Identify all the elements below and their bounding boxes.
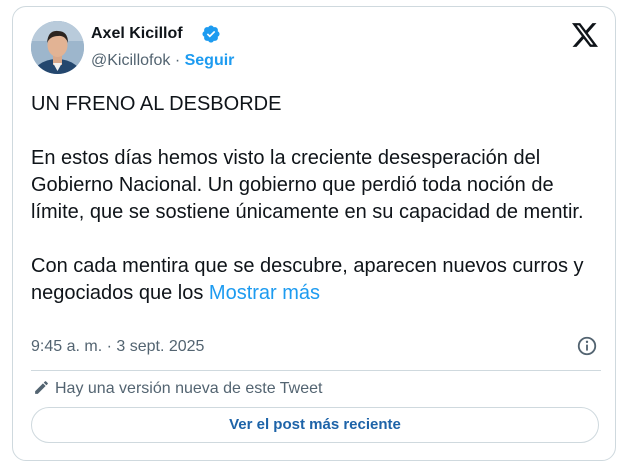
info-icon[interactable]: [576, 335, 598, 357]
pencil-icon: [35, 381, 48, 394]
handle-separator: ·: [174, 52, 181, 69]
tweet-headline: UN FRENO AL DESBORDE: [31, 93, 282, 115]
tweet-paragraph-1: En estos días hemos visto la creciente d…: [31, 147, 584, 223]
author-handle[interactable]: @Kicillofok: [91, 52, 170, 69]
author-name[interactable]: Axel Kicillof: [91, 25, 183, 43]
show-more-link[interactable]: Mostrar más: [209, 282, 320, 304]
edit-notice-text: Hay una versión nueva de este Tweet: [55, 380, 323, 397]
tweet-paragraph-2-container: Con cada mentira que se descubre, aparec…: [31, 253, 601, 307]
tweet-text: UN FRENO AL DESBORDE En estos días hemos…: [31, 91, 601, 307]
verified-badge-icon: [202, 25, 220, 43]
avatar[interactable]: [31, 21, 84, 74]
follow-button[interactable]: Seguir: [185, 52, 235, 69]
tweet-timestamp[interactable]: 9:45 a. m. · 3 sept. 2025: [31, 338, 204, 356]
view-latest-post-button[interactable]: Ver el post más reciente: [31, 407, 599, 443]
tweet-card: Axel Kicillof @Kicillofok · Seguir UN FR…: [12, 6, 616, 461]
x-logo-icon[interactable]: [572, 23, 598, 47]
divider: [31, 370, 601, 371]
edit-notice: Hay una versión nueva de este Tweet: [33, 379, 322, 398]
handle-row: @Kicillofok · Seguir: [91, 52, 234, 70]
